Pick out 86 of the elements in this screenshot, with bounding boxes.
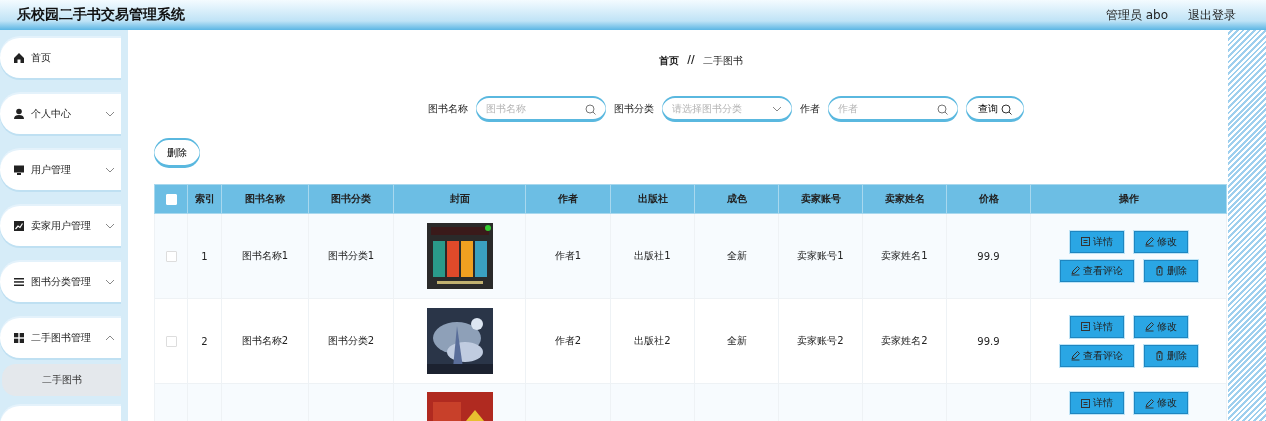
column-header: 作者 (525, 184, 611, 214)
details-button[interactable]: 详情 (1069, 392, 1124, 414)
submenu-item[interactable]: 二手图书 (2, 364, 121, 396)
comments-button[interactable]: 查看评论 (1059, 344, 1134, 367)
table-cell: 卖家账号2 (797, 335, 844, 346)
trash-icon (1154, 350, 1165, 361)
details-button[interactable]: 详情 (1069, 230, 1124, 253)
table-cell: 出版社1 (634, 250, 671, 261)
sidebar-menu-item[interactable]: 首页 (0, 38, 121, 78)
document-icon (1080, 397, 1091, 409)
column-header: 索引 (187, 184, 222, 214)
list-icon (13, 276, 25, 288)
table-cell: 卖家账号1 (797, 250, 844, 261)
table-cell: 作者1 (554, 250, 582, 261)
sidebar-menu-item[interactable]: 二手图书管理 (0, 318, 121, 358)
table-cell: 卖家姓名1 (881, 250, 928, 261)
menu-label: 卖家用户管理 (31, 219, 91, 233)
sidebar-menu-item[interactable]: 用户管理 (0, 150, 121, 190)
search-icon (585, 103, 596, 115)
column-header: 封面 (393, 184, 526, 214)
table-cell: 99.9 (977, 335, 1000, 347)
document-icon (1080, 236, 1091, 247)
logout-link[interactable]: 退出登录 (1188, 6, 1236, 24)
grid-icon (13, 332, 25, 344)
home-icon (13, 52, 25, 64)
pencil-icon (1070, 265, 1081, 276)
pencil-icon (1144, 321, 1155, 332)
column-header: 出版社 (610, 184, 695, 214)
trash-icon (1154, 265, 1165, 276)
details-button[interactable]: 详情 (1069, 315, 1124, 338)
pencil-icon (1144, 236, 1155, 247)
column-header: 操作 (1030, 184, 1227, 214)
sidebar-menu-item[interactable]: 个人中心 (0, 94, 121, 134)
row-checkbox[interactable] (165, 250, 177, 262)
field-label: 图书分类 (614, 102, 654, 116)
breadcrumb-link[interactable]: 二手图书 (702, 54, 743, 70)
menu-label: 首页 (31, 51, 51, 65)
sidebar-menu-item[interactable]: 图书分类管理 (0, 262, 121, 302)
table-cell: 1 (201, 250, 208, 262)
pencil-icon (1144, 397, 1155, 409)
delete-button[interactable]: 删除 (154, 138, 200, 168)
table-cell: 图书分类1 (327, 250, 375, 261)
table-cell: 卖家姓名2 (881, 335, 928, 346)
chevron-down-icon (772, 106, 782, 112)
user-icon (13, 108, 25, 120)
table-cell: 图书名称1 (241, 250, 289, 261)
row-checkbox[interactable] (165, 335, 177, 347)
menu-label: 图书分类管理 (31, 275, 91, 289)
column-header: 价格 (946, 184, 1031, 214)
monitor-icon (13, 164, 25, 176)
table-cell: 图书分类2 (327, 335, 375, 346)
search-icon (937, 103, 948, 115)
table-cell: 图书名称2 (241, 335, 289, 346)
table-cell: 全新 (726, 250, 747, 261)
menu-label: 二手图书管理 (31, 331, 91, 345)
column-header: 图书分类 (308, 184, 394, 214)
field-label: 作者 (800, 102, 820, 116)
field-label: 图书名称 (428, 102, 468, 116)
table-cell: 全新 (726, 335, 747, 346)
document-icon (1080, 321, 1091, 332)
table-cell: 2 (201, 335, 208, 347)
edit-button[interactable]: 修改 (1133, 315, 1188, 338)
select-all-checkbox[interactable] (165, 193, 177, 205)
search-icon (1001, 103, 1012, 115)
edit-button[interactable]: 修改 (1133, 230, 1188, 253)
breadcrumb-separator: // (687, 54, 695, 67)
table-cell: 出版社2 (634, 335, 671, 346)
delete-button[interactable]: 删除 (1143, 259, 1198, 282)
admin-label: 管理员 abo (1105, 6, 1168, 24)
breadcrumb-link[interactable]: 首页 (659, 54, 680, 70)
chart-icon (13, 220, 25, 232)
column-header: 卖家姓名 (862, 184, 947, 214)
table-cell: 作者2 (554, 335, 582, 346)
comments-button[interactable]: 查看评论 (1059, 259, 1134, 282)
sidebar-menu-item[interactable]: 卖家用户管理 (0, 206, 121, 246)
table-cell: 99.9 (977, 250, 1000, 262)
menu-label: 个人中心 (31, 107, 71, 121)
app-title: 乐校园二手书交易管理系统 (17, 6, 185, 24)
edit-button[interactable]: 修改 (1133, 392, 1188, 414)
delete-button[interactable]: 删除 (1143, 344, 1198, 367)
column-header: 图书名称 (221, 184, 309, 214)
pencil-icon (1070, 350, 1081, 361)
search-button[interactable]: 查询 (966, 96, 1024, 122)
menu-label: 用户管理 (31, 163, 71, 177)
column-header: 成色 (694, 184, 779, 214)
column-header: 卖家账号 (778, 184, 863, 214)
